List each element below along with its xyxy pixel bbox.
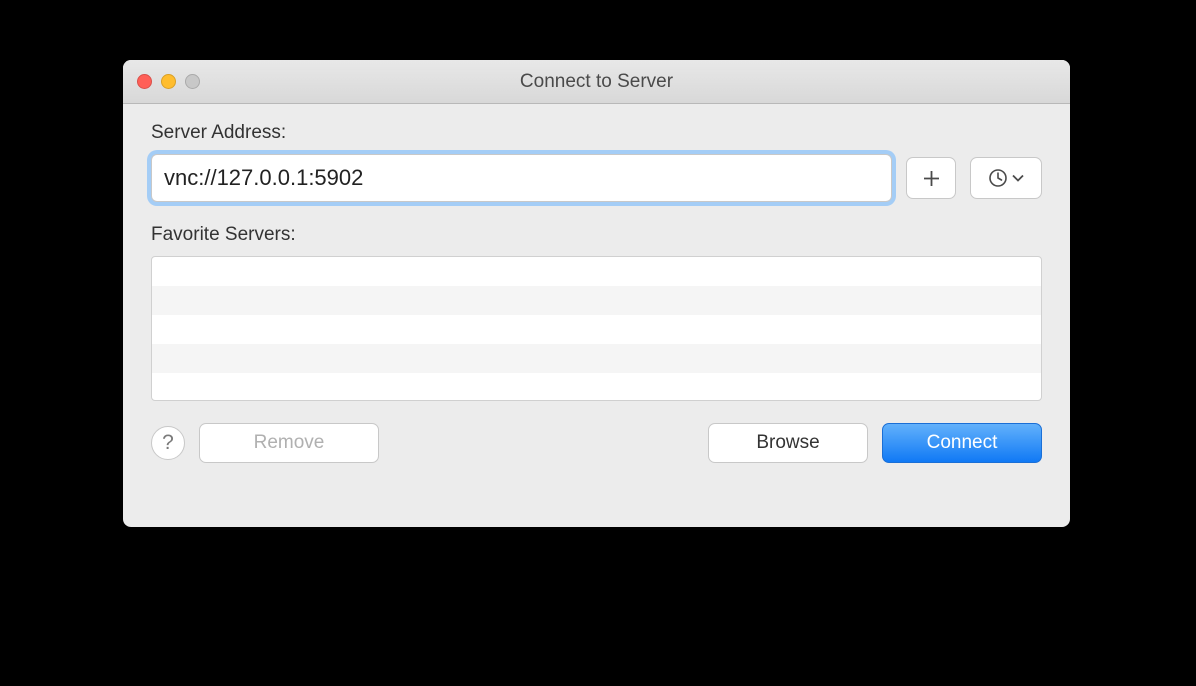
list-item [152,373,1041,401]
plus-icon [922,169,941,188]
connect-to-server-window: Connect to Server Server Address: [123,60,1070,527]
maximize-window-button[interactable] [185,74,200,89]
add-favorite-button[interactable] [906,157,956,199]
server-address-input[interactable] [164,165,879,191]
list-item [152,286,1041,315]
list-item [152,344,1041,373]
footer-buttons: ? Remove Browse Connect [151,423,1042,463]
window-title: Connect to Server [123,71,1070,93]
window-content: Server Address: Favorite Se [123,104,1070,483]
server-address-row [151,154,1042,202]
server-address-input-wrap [151,154,892,202]
remove-button: Remove [199,423,379,463]
minimize-window-button[interactable] [161,74,176,89]
window-titlebar: Connect to Server [123,60,1070,104]
browse-button[interactable]: Browse [708,423,868,463]
favorite-servers-label: Favorite Servers: [151,224,1042,246]
close-window-button[interactable] [137,74,152,89]
clock-icon [988,168,1008,188]
connect-button[interactable]: Connect [882,423,1042,463]
favorite-servers-list[interactable] [151,256,1042,401]
traffic-lights [123,74,200,89]
history-dropdown-button[interactable] [970,157,1042,199]
chevron-down-icon [1012,174,1024,182]
help-button[interactable]: ? [151,426,185,460]
list-item [152,315,1041,344]
list-item [152,257,1041,286]
server-address-label: Server Address: [151,122,1042,144]
